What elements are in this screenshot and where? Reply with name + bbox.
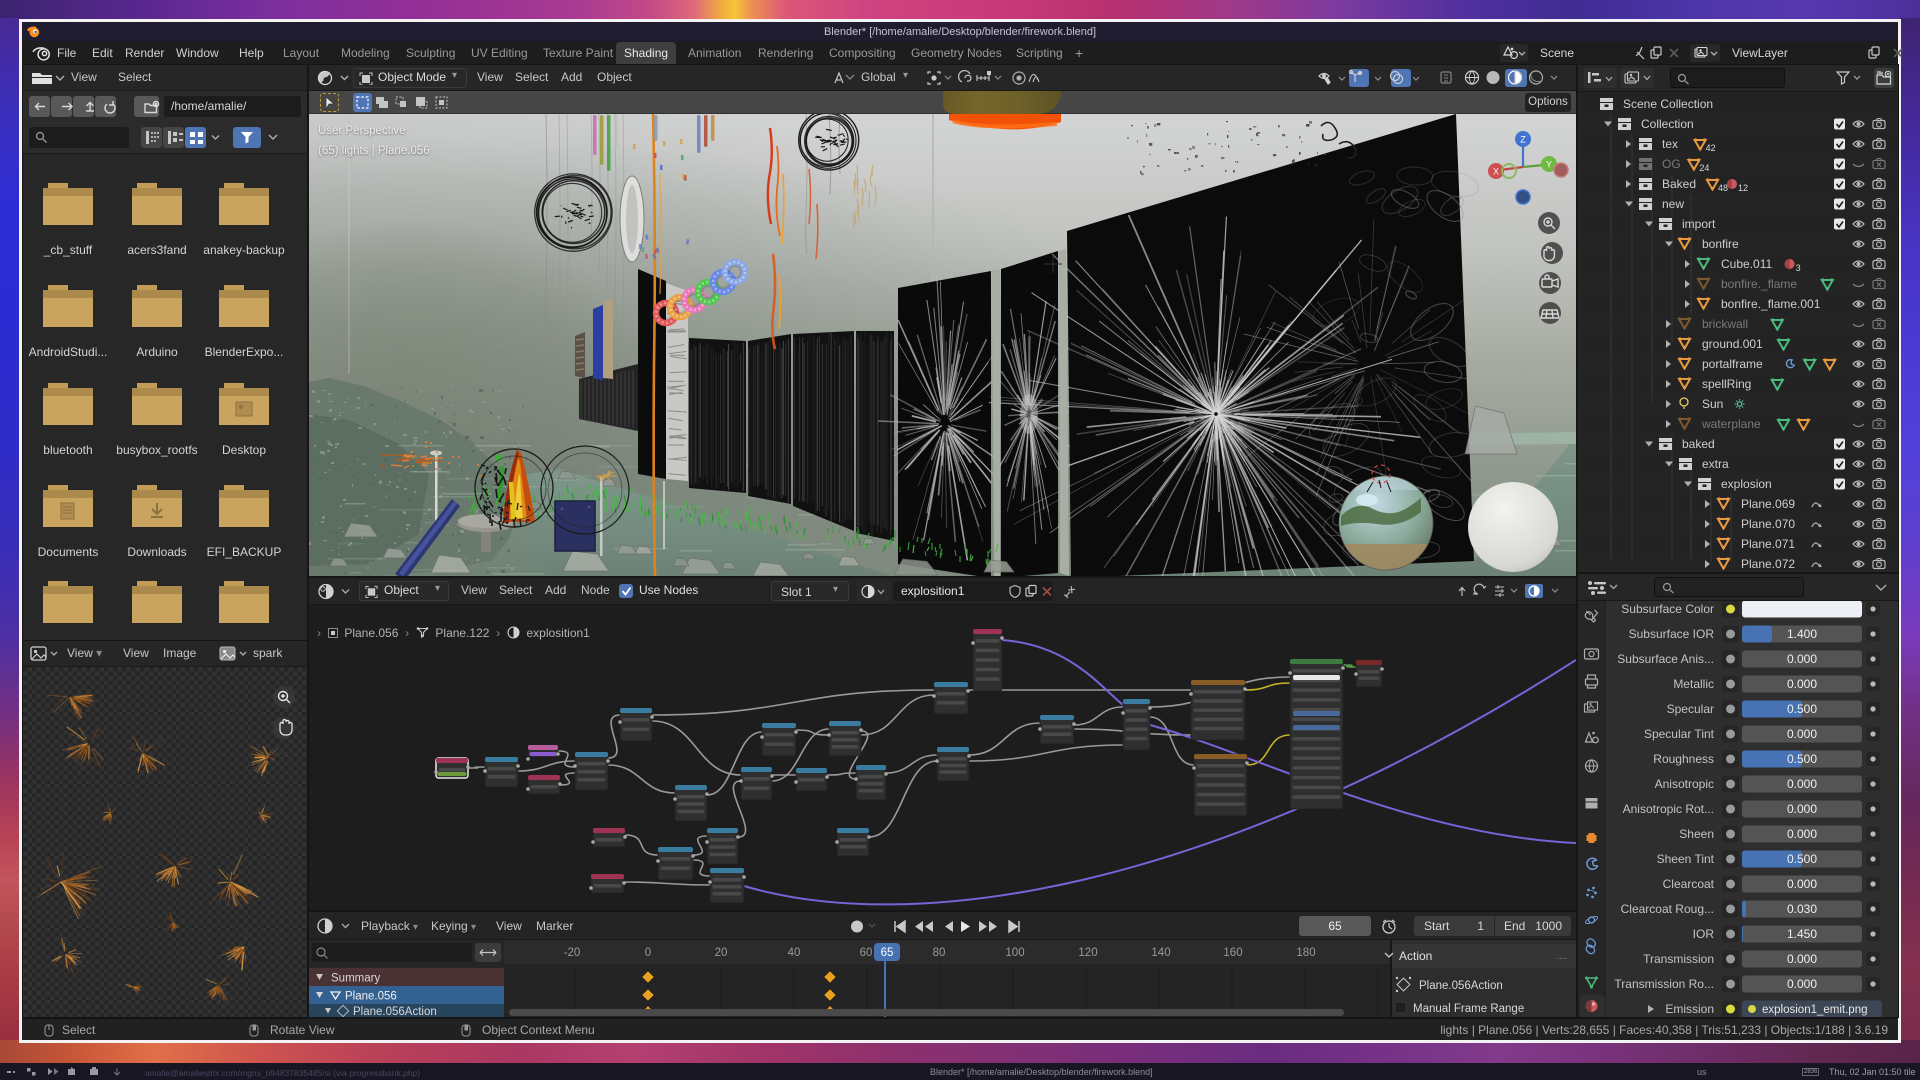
svg-text:....: .... [1557,951,1567,961]
svg-text:bonfire._flame.001: bonfire._flame.001 [1721,297,1821,311]
svg-text:explosion: explosion [1721,477,1772,491]
svg-text:Cube.011: Cube.011 [1721,257,1772,271]
svg-text:0.000: 0.000 [1787,977,1817,991]
svg-text:0.000: 0.000 [1787,677,1817,691]
svg-text:0.500: 0.500 [1787,852,1817,866]
svg-text:Plane.071: Plane.071 [1741,537,1795,551]
svg-text:1.400: 1.400 [1787,627,1817,641]
svg-text:new: new [1662,197,1684,211]
svg-text:Clearcoat: Clearcoat [1663,877,1715,891]
svg-text:extra: extra [1702,457,1729,471]
svg-text:-20: -20 [564,947,581,959]
svg-text:12: 12 [1738,183,1748,193]
svg-text:Y: Y [1546,160,1552,170]
svg-text:Subsurface Anis...: Subsurface Anis... [1617,652,1714,666]
svg-text:Plane.070: Plane.070 [1741,517,1795,531]
svg-text:X: X [1493,167,1499,177]
svg-text:baked: baked [1682,437,1715,451]
svg-text:tex: tex [1662,137,1678,151]
svg-text:portalframe: portalframe [1702,357,1763,371]
svg-text:0.000: 0.000 [1787,952,1817,966]
svg-text:Clearcoat Roug...: Clearcoat Roug... [1621,902,1714,916]
svg-text:0.500: 0.500 [1787,752,1817,766]
svg-text:24: 24 [1699,163,1709,173]
svg-text:0.000: 0.000 [1787,802,1817,816]
svg-text:import: import [1682,217,1716,231]
svg-text:20: 20 [715,947,728,959]
svg-text:120: 120 [1078,947,1097,959]
svg-text:Plane.072: Plane.072 [1741,557,1795,571]
svg-text:ground.001: ground.001 [1702,337,1763,351]
svg-text:Metallic: Metallic [1673,677,1714,691]
svg-text:Manual Frame Range: Manual Frame Range [1413,1003,1524,1015]
svg-text:Plane.056Action: Plane.056Action [1419,980,1503,992]
svg-text:0.000: 0.000 [1787,877,1817,891]
svg-text:Subsurface Color: Subsurface Color [1621,602,1714,616]
svg-text:Baked: Baked [1662,177,1696,191]
svg-text:Action: Action [1399,949,1432,963]
svg-text:0.500: 0.500 [1787,702,1817,716]
svg-text:40: 40 [788,947,801,959]
svg-text:60: 60 [860,947,873,959]
svg-text:Scene Collection: Scene Collection [1623,97,1713,111]
svg-text:OG: OG [1662,157,1681,171]
svg-text:0: 0 [645,947,651,959]
svg-text:140: 140 [1151,947,1170,959]
svg-text:100: 100 [1005,947,1024,959]
svg-text:160: 160 [1223,947,1242,959]
svg-text:Transmission Ro...: Transmission Ro... [1614,977,1714,991]
svg-text:Plane.056: Plane.056 [345,991,397,1003]
svg-text:Plane.056Action: Plane.056Action [353,1006,437,1017]
svg-text:explosion1_emit.png: explosion1_emit.png [1762,1004,1868,1016]
svg-text:0.000: 0.000 [1787,652,1817,666]
svg-text:brickwall: brickwall [1702,317,1748,331]
svg-text:Plane.069: Plane.069 [1741,497,1795,511]
svg-text:IOR: IOR [1693,927,1715,941]
svg-text:Emission: Emission [1665,1002,1714,1016]
svg-text:0.000: 0.000 [1787,727,1817,741]
svg-text:bonfire._flame: bonfire._flame [1721,277,1797,291]
svg-text:0.030: 0.030 [1787,902,1817,916]
svg-text:Specular Tint: Specular Tint [1644,727,1715,741]
svg-text:0.000: 0.000 [1787,827,1817,841]
svg-text:3: 3 [1796,263,1801,273]
svg-text:65: 65 [881,947,894,959]
svg-text:Transmission: Transmission [1643,952,1714,966]
svg-text:Sun: Sun [1702,397,1723,411]
svg-text:Summary: Summary [331,973,380,985]
svg-text:Collection: Collection [1641,117,1694,131]
svg-text:Anisotropic Rot...: Anisotropic Rot... [1623,802,1714,816]
svg-text:spellRing: spellRing [1702,377,1751,391]
svg-text:48: 48 [1718,183,1728,193]
svg-text:Subsurface IOR: Subsurface IOR [1629,627,1715,641]
svg-text:Z: Z [1520,135,1526,145]
svg-text:Anisotropic: Anisotropic [1655,777,1714,791]
svg-text:Specular: Specular [1667,702,1714,716]
svg-text:80: 80 [933,947,946,959]
svg-text:Sheen: Sheen [1679,827,1714,841]
svg-text:0.000: 0.000 [1787,777,1817,791]
svg-text:waterplane: waterplane [1701,417,1761,431]
svg-text:bonfire: bonfire [1702,237,1739,251]
svg-text:1.450: 1.450 [1787,927,1817,941]
svg-text:Roughness: Roughness [1653,752,1714,766]
svg-text:Sheen Tint: Sheen Tint [1657,852,1715,866]
svg-text:180: 180 [1296,947,1315,959]
svg-text:42: 42 [1706,143,1716,153]
